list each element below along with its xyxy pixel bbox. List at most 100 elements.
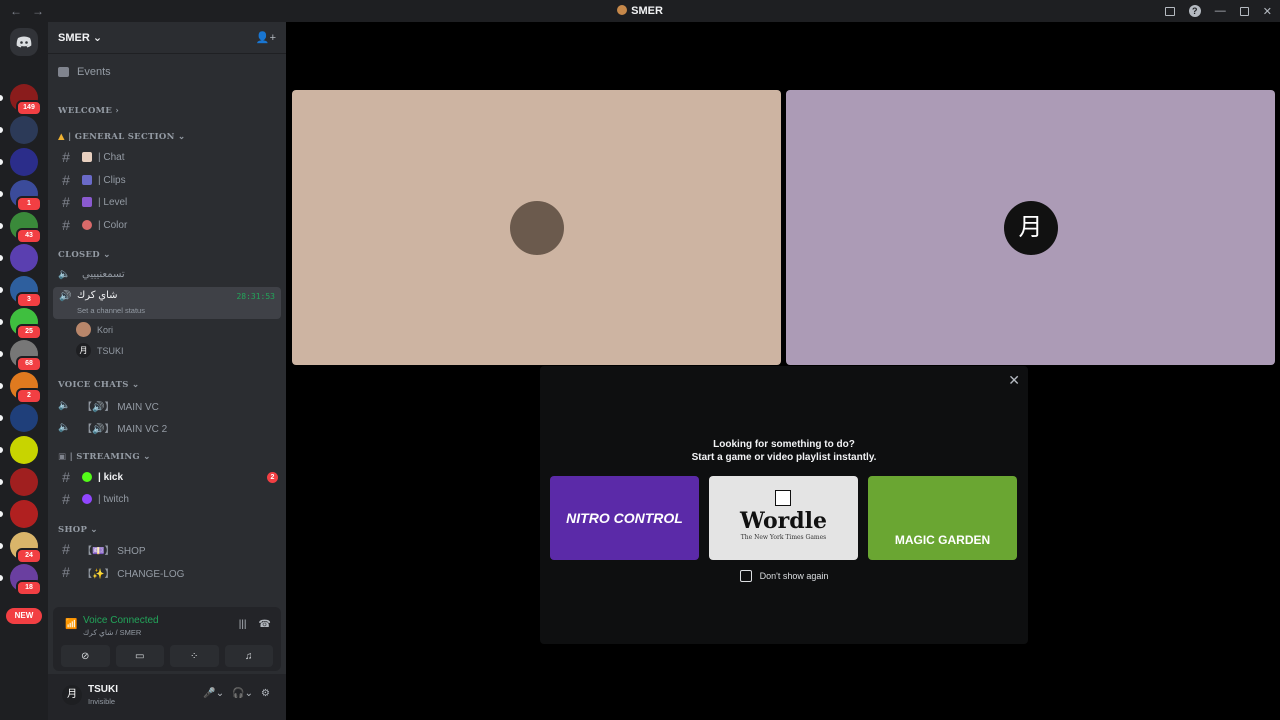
green-circle-icon <box>82 472 92 482</box>
channel-change-log[interactable]: # 【✨】 CHANGE-LOG <box>58 562 278 582</box>
add-member-icon[interactable]: 👤+ <box>256 31 276 44</box>
server-icon-2[interactable] <box>10 116 38 144</box>
channel-kick[interactable]: # | kick 2 <box>58 467 278 487</box>
channel-shop[interactable]: # 【💷】 SHOP <box>58 539 278 559</box>
inbox-icon[interactable] <box>1164 6 1175 16</box>
noise-suppression-icon[interactable]: ||| <box>239 619 247 630</box>
camera-off-button[interactable]: ⊘ <box>61 645 110 667</box>
server-icon-3[interactable] <box>10 148 38 176</box>
speaker-icon: 🔈 <box>58 421 71 433</box>
server-icon-13[interactable] <box>10 468 38 496</box>
video-tile-kori[interactable] <box>292 90 781 365</box>
activity-card-nitro-control[interactable]: NITRO CONTROL <box>550 476 699 560</box>
user-avatar[interactable]: 月 <box>62 685 82 705</box>
voice-channel-main-vc[interactable]: 🔈 【🔊】 MAIN VC <box>58 395 278 415</box>
unread-badge: 68 <box>16 356 42 372</box>
checkbox[interactable] <box>739 570 752 582</box>
wordle-grid-icon <box>775 490 791 506</box>
user-status: Invisible <box>88 697 116 706</box>
close-window-icon[interactable]: ✕ <box>1263 5 1272 18</box>
server-icon-7[interactable]: 3 <box>10 276 42 308</box>
call-timer: 28:31:53 <box>236 292 275 301</box>
speaker-icon: 🔈 <box>58 399 71 411</box>
channel-level[interactable]: # | Level <box>58 192 278 212</box>
server-header[interactable]: SMER ⌄ 👤+ <box>48 22 286 54</box>
events-item[interactable]: Events <box>58 66 111 78</box>
channel-twitch[interactable]: # | twitch <box>58 489 278 509</box>
voice-connected-channel[interactable]: شاي كرك / SMER <box>83 628 141 637</box>
hash-icon: # <box>62 149 70 165</box>
window-controls: ? — ✕ <box>1164 0 1272 22</box>
voice-channel-closed-1[interactable]: 🔈 تسمعنيييي <box>58 264 278 284</box>
microphone-icon[interactable]: 🎤⌄ <box>203 688 224 699</box>
server-icon-12[interactable] <box>10 436 38 464</box>
calendar-icon <box>58 67 69 77</box>
category-shop[interactable]: SHOP ⌄ <box>58 525 98 535</box>
channel-clips[interactable]: # | Clips <box>58 170 278 190</box>
disconnect-icon[interactable]: ☎ <box>259 619 271 630</box>
close-icon[interactable]: ✕ <box>1008 372 1020 389</box>
category-closed[interactable]: CLOSED ⌄ <box>58 250 111 260</box>
voice-member-tsuki[interactable]: 月 TSUKI <box>76 343 124 358</box>
category-voice-chats[interactable]: VOICE CHATS ⌄ <box>58 380 139 390</box>
avatar <box>76 322 91 337</box>
server-icon-11[interactable] <box>10 404 38 432</box>
minimize-icon[interactable]: — <box>1215 5 1226 17</box>
help-icon[interactable]: ? <box>1188 5 1201 17</box>
server-icon-8[interactable]: 25 <box>10 308 42 340</box>
server-icon-1[interactable]: 149 <box>10 84 42 116</box>
activity-launcher: ✕ Looking for something to do? Start a g… <box>540 366 1028 644</box>
unread-pill <box>0 511 3 517</box>
category-general[interactable]: ▲ | GENERAL SECTION ⌄ <box>58 132 185 142</box>
activity-card-magic-garden[interactable]: MAGIC GARDEN <box>868 476 1017 560</box>
server-icon-10[interactable]: 2 <box>10 372 42 404</box>
maximize-icon[interactable] <box>1239 6 1249 16</box>
hash-icon: # <box>62 491 70 507</box>
activities-button[interactable]: ⁘ <box>170 645 219 667</box>
participant-avatar <box>509 200 564 255</box>
activities-icon: ⁘ <box>190 650 199 662</box>
back-arrow-icon[interactable]: ← <box>10 4 22 18</box>
signal-icon[interactable]: 📶 <box>65 619 77 630</box>
new-badge[interactable]: NEW <box>6 608 42 624</box>
screen-share-button[interactable]: ▭ <box>115 645 164 667</box>
server-icon-15[interactable]: 24 <box>10 532 42 564</box>
active-voice-channel[interactable]: 🔊 شاي كرك 28:31:53 Set a channel status <box>53 287 281 319</box>
hash-icon: # <box>62 469 70 485</box>
video-tile-tsuki[interactable]: 月 <box>786 90 1275 365</box>
server-icon-5[interactable]: 43 <box>10 212 42 244</box>
palette-icon <box>82 220 92 230</box>
user-name[interactable]: TSUKI <box>88 684 118 695</box>
window-title: SMER <box>0 5 1280 17</box>
activity-cards: NITRO CONTROL Wordle The New York Times … <box>550 476 1017 560</box>
server-icon-9[interactable]: 68 <box>10 340 42 372</box>
memo-icon <box>82 152 92 162</box>
activity-card-wordle[interactable]: Wordle The New York Times Games <box>709 476 858 560</box>
discord-home-icon[interactable] <box>10 28 38 56</box>
channel-chat[interactable]: # | Chat <box>58 147 278 167</box>
voice-connected-label[interactable]: Voice Connected <box>83 615 159 626</box>
server-name: SMER ⌄ <box>58 32 103 44</box>
soundboard-button[interactable]: ♫ <box>224 645 273 667</box>
category-welcome[interactable]: WELCOME › <box>58 106 119 116</box>
server-icon-14[interactable] <box>10 500 38 528</box>
voice-connected-panel: 📶 Voice Connected شاي كرك / SMER ||| ☎ ⊘… <box>53 607 281 671</box>
server-icon-4[interactable]: 1 <box>10 180 42 212</box>
forward-arrow-icon[interactable]: → <box>32 4 44 18</box>
unread-badge: 24 <box>16 548 42 564</box>
unread-badge: 3 <box>16 292 42 308</box>
channel-status[interactable]: Set a channel status <box>77 306 145 315</box>
voice-channel-main-vc-2[interactable]: 🔈 【🔊】 MAIN VC 2 <box>58 417 278 437</box>
channel-color[interactable]: # | Color <box>58 215 278 235</box>
server-icon-6[interactable] <box>10 244 38 272</box>
unread-badge: 18 <box>16 580 42 596</box>
voice-member-kori[interactable]: Kori <box>76 322 113 337</box>
category-streaming[interactable]: ▣ | STREAMING ⌄ <box>58 452 151 462</box>
settings-gear-icon[interactable]: ⚙ <box>261 688 270 699</box>
camera-off-icon: ⊘ <box>81 650 90 662</box>
dont-show-again-checkbox[interactable]: Don't show again <box>540 570 1028 582</box>
title-bar: ← → SMER ? — ✕ <box>0 0 1280 22</box>
server-icon-16[interactable]: 18 <box>10 564 42 596</box>
headphones-icon[interactable]: 🎧⌄ <box>232 688 253 699</box>
hash-icon: # <box>62 564 70 580</box>
